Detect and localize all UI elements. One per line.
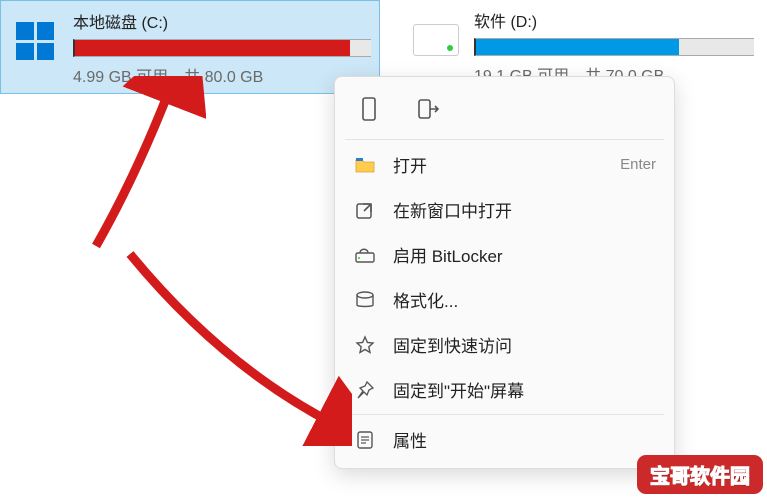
menu-pin-quick-label: 固定到快速访问 [393,332,656,357]
menu-separator [345,139,664,140]
drive-c-usage-bar [73,39,371,57]
menu-action-row [339,83,670,137]
menu-open-new-label: 在新窗口中打开 [393,197,656,222]
pin-icon [353,378,377,402]
rename-button[interactable] [353,91,389,127]
menu-separator [345,414,664,415]
properties-icon [353,428,377,452]
drive-icon [410,14,462,66]
drive-c-tile[interactable]: 本地磁盘 (C:) 4.99 GB 可用，共 80.0 GB [0,0,380,94]
drive-d-usage-bar [474,38,754,56]
menu-properties-label: 属性 [393,427,656,452]
open-new-window-icon [353,198,377,222]
windows-drive-icon [9,15,61,67]
menu-pin-start[interactable]: 固定到"开始"屏幕 [339,367,670,412]
menu-open-label: 打开 [393,152,604,177]
menu-format[interactable]: 格式化... [339,277,670,322]
menu-open-shortcut: Enter [620,156,656,173]
menu-open[interactable]: 打开 Enter [339,142,670,187]
eject-button[interactable] [411,91,447,127]
drive-d-name: 软件 (D:) [474,8,754,32]
drive-context-menu: 打开 Enter 在新窗口中打开 启用 BitLocker 格式化... 固定到… [334,76,675,469]
bitlocker-icon [353,243,377,267]
star-icon [353,333,377,357]
menu-bitlocker[interactable]: 启用 BitLocker [339,232,670,277]
drive-c-info: 本地磁盘 (C:) 4.99 GB 可用，共 80.0 GB [73,7,371,87]
menu-format-label: 格式化... [393,287,656,312]
menu-pin-quick-access[interactable]: 固定到快速访问 [339,322,670,367]
format-icon [353,288,377,312]
watermark: 宝哥软件园 [637,455,763,494]
menu-bitlocker-label: 启用 BitLocker [393,242,656,267]
drive-c-name: 本地磁盘 (C:) [73,9,371,33]
folder-open-icon [353,153,377,177]
annotation-arrow-1 [86,76,206,256]
drive-d-info: 软件 (D:) 19.1 GB 可用，共 70.0 GB [474,6,754,86]
menu-properties[interactable]: 属性 [339,417,670,462]
menu-pin-start-label: 固定到"开始"屏幕 [393,377,656,402]
annotation-arrow-2 [122,246,352,446]
drive-c-stats: 4.99 GB 可用，共 80.0 GB [73,63,371,87]
menu-open-new-window[interactable]: 在新窗口中打开 [339,187,670,232]
